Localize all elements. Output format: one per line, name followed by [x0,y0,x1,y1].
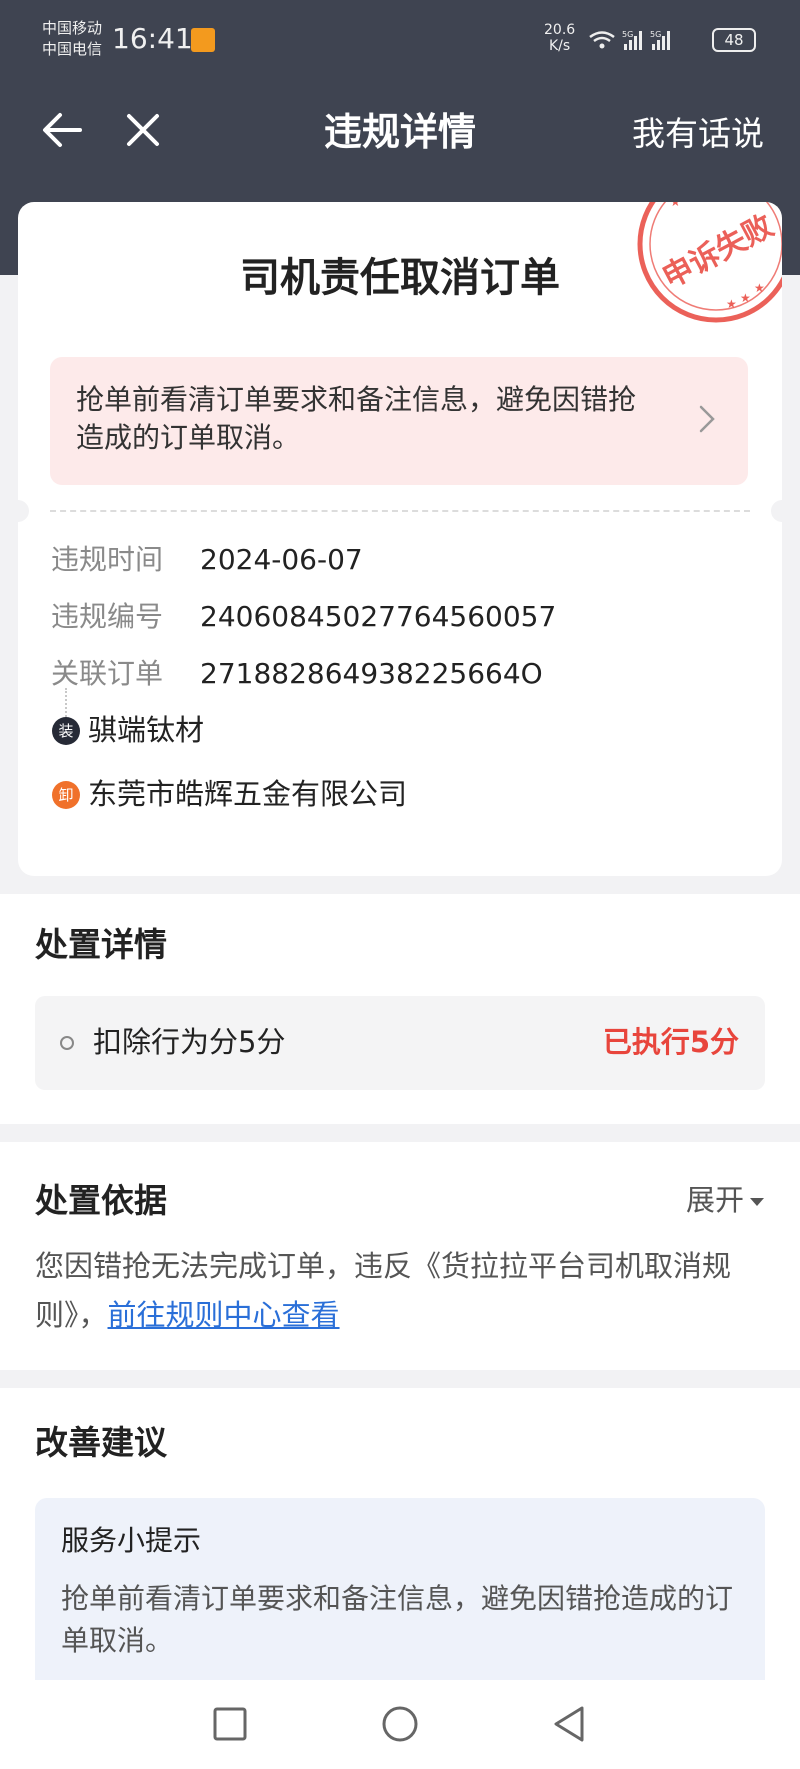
info-value: 24060845027764560057 [200,600,557,633]
svg-text:★: ★ [670,202,681,209]
feedback-button[interactable]: 我有话说 [632,113,764,155]
status-time: 16:41 [112,22,193,55]
unload-location: 东莞市皓辉五金有限公司 [88,777,408,811]
violation-card: 司机责任取消订单 ★★★ ★★★ 申诉失败 抢单前看清订单要求和备注信息，避免因… [18,202,782,876]
tip-text: 抢单前看清订单要求和备注信息，避免因错抢造成的订单取消。 [61,1582,734,1657]
suggestion-title: 改善建议 [35,1423,167,1462]
system-navigation-bar [0,1680,800,1769]
info-row-order: 关联订单 271882864938225664O [51,656,543,692]
expand-button[interactable]: 展开 [686,1180,764,1220]
net-speed-value: 20.6 [544,22,576,38]
disposal-title: 处置详情 [35,925,167,964]
route-unload: 卸东莞市皓辉五金有限公司 [52,776,407,812]
signal-2-label: 5G [650,30,661,39]
card-notch-right [771,500,782,522]
signal-1-label: 5G [622,30,633,39]
notification-app-icon [191,28,215,52]
notice-text: 抢单前看清订单要求和备注信息，避免因错抢造成的订单取消。 [76,383,637,454]
info-row-time: 违规时间 2024-06-07 [51,542,363,578]
carrier-2: 中国电信 [42,40,103,58]
penalty-status: 已执行5分 [602,1025,739,1059]
back-icon[interactable] [548,1702,592,1746]
suggestion-section: 改善建议 服务小提示 抢单前看清订单要求和备注信息，避免因错抢造成的订单取消。 [0,1388,800,1698]
info-label: 关联订单 [51,657,164,690]
caret-down-icon [750,1198,764,1206]
tip-title: 服务小提示 [61,1524,202,1557]
unload-badge: 卸 [52,781,80,809]
svg-text:★: ★ [726,297,737,311]
wifi-icon [589,31,615,49]
penalty-item: 扣除行为分5分 已执行5分 [35,996,765,1090]
signal-icons: 5G 5G [589,30,670,50]
battery-icon: 48 [712,28,756,52]
svg-text:★: ★ [754,281,765,295]
basis-text: 您因错抢无法完成订单，违反《货拉拉平台司机取消规则》，前往规则中心查看 [35,1242,765,1340]
home-icon[interactable] [378,1702,422,1746]
carrier-1: 中国移动 [42,19,103,37]
info-label: 违规时间 [51,543,164,576]
basis-section: 处置依据 展开 您因错抢无法完成订单，违反《货拉拉平台司机取消规则》，前往规则中… [0,1142,800,1370]
info-value: 271882864938225664O [200,657,543,690]
navigation-bar: 违规详情 我有话说 [0,95,800,169]
basis-title: 处置依据 [35,1181,167,1220]
load-location: 骐端钛材 [88,713,205,747]
notice-banner[interactable]: 抢单前看清订单要求和备注信息，避免因错抢造成的订单取消。 [50,357,748,485]
expand-label: 展开 [685,1183,744,1217]
card-notch-left [18,500,29,522]
divider [50,510,750,512]
tip-box: 服务小提示 抢单前看清订单要求和备注信息，避免因错抢造成的订单取消。 [35,1498,765,1698]
route-load: 装骐端钛材 [52,712,204,748]
status-bar: 中国移动 中国电信 16:41 20.6 K/s 5G 5G 48 [0,0,800,80]
bullet-icon [60,1036,74,1050]
info-label: 违规编号 [51,600,164,633]
carrier-info: 中国移动 中国电信 [42,18,102,60]
rules-center-link[interactable]: 前往规则中心查看 [108,1298,340,1332]
disposal-section: 处置详情 扣除行为分5分 已执行5分 [0,894,800,1124]
info-value: 2024-06-07 [200,543,363,576]
info-row-number: 违规编号 24060845027764560057 [51,599,556,635]
load-badge: 装 [52,717,80,745]
appeal-failed-stamp: ★★★ ★★★ 申诉失败 [637,202,782,323]
net-speed-unit: K/s [548,38,571,54]
recent-apps-icon[interactable] [208,1702,252,1746]
chevron-right-icon [699,405,715,433]
svg-text:★: ★ [740,291,751,305]
network-speed: 20.6 K/s [544,22,575,54]
penalty-label: 扣除行为分5分 [93,1025,286,1059]
